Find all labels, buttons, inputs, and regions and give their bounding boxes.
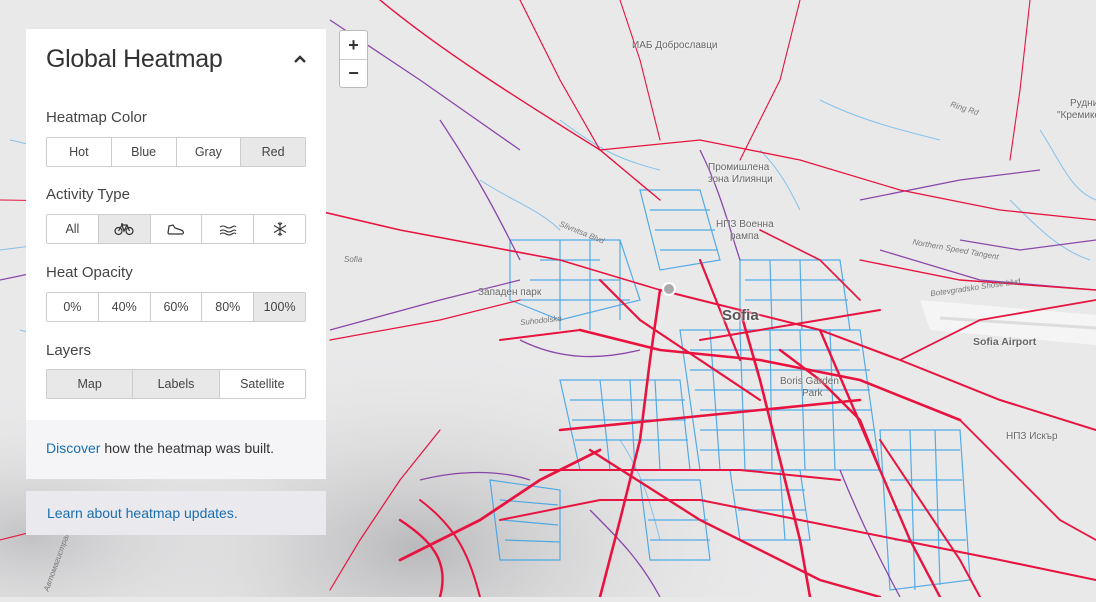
layer-map-button[interactable]: Map bbox=[47, 370, 133, 398]
water-icon bbox=[219, 225, 237, 236]
label-sofia-road: Sofia bbox=[344, 255, 363, 264]
label-npz-2: рампа bbox=[730, 231, 759, 242]
activity-winter-button[interactable] bbox=[253, 215, 305, 243]
shoe-icon bbox=[167, 224, 184, 235]
label-rudnik-1: Рудни bbox=[1070, 98, 1096, 109]
activity-water-button[interactable] bbox=[201, 215, 254, 243]
layers-group: Map Labels Satellite bbox=[46, 369, 306, 399]
activity-type-group: All bbox=[46, 214, 306, 244]
opacity-60-button[interactable]: 60% bbox=[149, 293, 202, 321]
activity-all-button[interactable]: All bbox=[47, 215, 98, 243]
activity-type-label: Activity Type bbox=[46, 186, 130, 203]
label-npz-iskar: НПЗ Искър bbox=[1006, 431, 1058, 442]
label-zapaden: Западен парк bbox=[478, 287, 542, 298]
heatmap-updates-link[interactable]: Learn about heatmap updates. bbox=[47, 505, 238, 521]
color-gray-button[interactable]: Gray bbox=[175, 138, 241, 166]
zoom-control: + − bbox=[339, 30, 368, 88]
label-npz-1: НПЗ Военна bbox=[716, 219, 774, 230]
heatmap-color-group: Hot Blue Gray Red bbox=[46, 137, 306, 167]
opacity-80-button[interactable]: 80% bbox=[201, 293, 254, 321]
zoom-in-button[interactable]: + bbox=[340, 31, 367, 60]
discover-link[interactable]: Discover bbox=[46, 440, 100, 456]
color-blue-button[interactable]: Blue bbox=[110, 138, 176, 166]
opacity-40-button[interactable]: 40% bbox=[97, 293, 150, 321]
opacity-100-button[interactable]: 100% bbox=[253, 293, 305, 321]
label-sofia-airport: Sofia Airport bbox=[973, 336, 1037, 348]
label-sofia: Sofia bbox=[722, 307, 759, 324]
updates-banner: Learn about heatmap updates. bbox=[26, 491, 326, 535]
zoom-out-button[interactable]: − bbox=[340, 59, 367, 87]
bike-icon bbox=[114, 223, 134, 236]
discover-section: Discover how the heatmap was built. bbox=[26, 420, 326, 479]
layer-labels-button[interactable]: Labels bbox=[132, 370, 219, 398]
discover-description: how the heatmap was built. bbox=[100, 440, 275, 456]
label-prom-2: зона Илиянци bbox=[708, 174, 773, 185]
activity-run-button[interactable] bbox=[149, 215, 202, 243]
activity-ride-button[interactable] bbox=[97, 215, 150, 243]
layers-label: Layers bbox=[46, 342, 92, 359]
label-borisova-2: Park bbox=[802, 388, 823, 399]
label-rudnik-2: "Кремико bbox=[1057, 110, 1096, 121]
color-red-button[interactable]: Red bbox=[240, 138, 305, 166]
snowflake-icon bbox=[273, 222, 286, 236]
label-borisova-1: Boris Garden bbox=[780, 376, 839, 387]
color-hot-button[interactable]: Hot bbox=[47, 138, 111, 166]
discover-text: Discover how the heatmap was built. bbox=[46, 440, 274, 456]
chevron-up-icon[interactable] bbox=[292, 51, 308, 67]
panel-title: Global Heatmap bbox=[46, 45, 223, 73]
layer-satellite-button[interactable]: Satellite bbox=[218, 370, 305, 398]
heatmap-settings-panel: Global Heatmap Heatmap Color Hot Blue Gr… bbox=[26, 29, 326, 479]
label-iab: ИАБ Доброславци bbox=[632, 40, 718, 51]
location-marker bbox=[662, 282, 676, 296]
heat-opacity-label: Heat Opacity bbox=[46, 264, 133, 281]
label-prom-1: Промишлена bbox=[708, 162, 770, 173]
opacity-0-button[interactable]: 0% bbox=[47, 293, 98, 321]
heatmap-color-label: Heatmap Color bbox=[46, 109, 147, 126]
heat-opacity-group: 0% 40% 60% 80% 100% bbox=[46, 292, 306, 322]
